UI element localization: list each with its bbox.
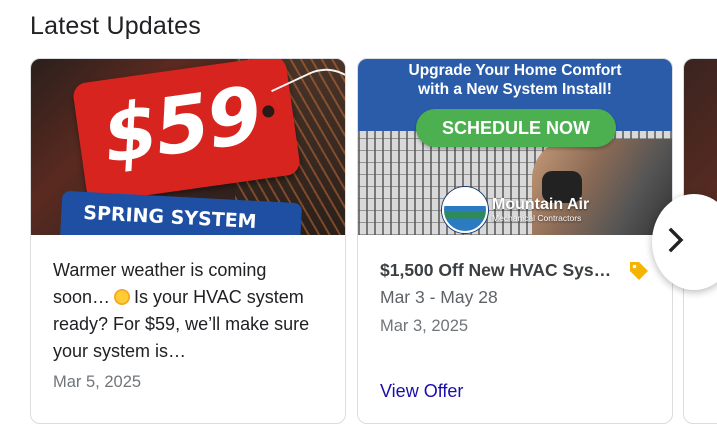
offer-title: $1,500 Off New HVAC Sys… [380,260,612,280]
updates-carousel: $59 SPRING SYSTEM Warmer weather is comi… [30,58,717,428]
logo-text: Mountain Air Mechanical Contractors [492,196,590,224]
update-text: Warmer weather is coming soon… Is your HV… [53,257,323,365]
sun-icon [114,289,131,305]
tag-hole [261,104,276,119]
logo-subtitle: Mechanical Contractors [492,213,582,223]
card-body: $1,500 Off New HVAC Sys… Mar 3 - May 28 … [380,257,650,336]
section-title: Latest Updates [30,12,201,40]
schedule-now-graphic: SCHEDULE NOW [416,109,616,147]
offer-posted-date: Mar 3, 2025 [380,317,469,335]
offer-image[interactable]: Upgrade Your Home Comfort with a New Sys… [358,59,672,235]
latest-updates-section: Latest Updates $59 SPRING SYSTEM Warmer … [0,0,717,445]
view-offer-link[interactable]: View Offer [380,381,463,402]
offer-tag-icon [628,260,650,282]
offer-title-row: $1,500 Off New HVAC Sys… [380,257,650,284]
mountain-logo-icon [442,187,488,233]
update-card[interactable]: $59 SPRING SYSTEM Warmer weather is comi… [30,58,346,424]
headline-line-1: Upgrade Your Home Comfort [408,62,622,79]
company-logo: Mountain Air Mechanical Contractors [442,187,589,233]
offer-headline: Upgrade Your Home Comfort with a New Sys… [358,61,672,99]
update-image[interactable]: $59 SPRING SYSTEM [31,59,345,235]
offer-date-range: Mar 3 - May 28 [380,287,498,307]
update-date: Mar 5, 2025 [53,373,142,391]
logo-name: Mountain Air [492,196,590,213]
chevron-right-icon [666,227,688,258]
headline-line-2: with a New System Install! [418,81,612,98]
offer-card[interactable]: Upgrade Your Home Comfort with a New Sys… [357,58,673,424]
card-body: Warmer weather is coming soon… Is your HV… [53,257,323,392]
